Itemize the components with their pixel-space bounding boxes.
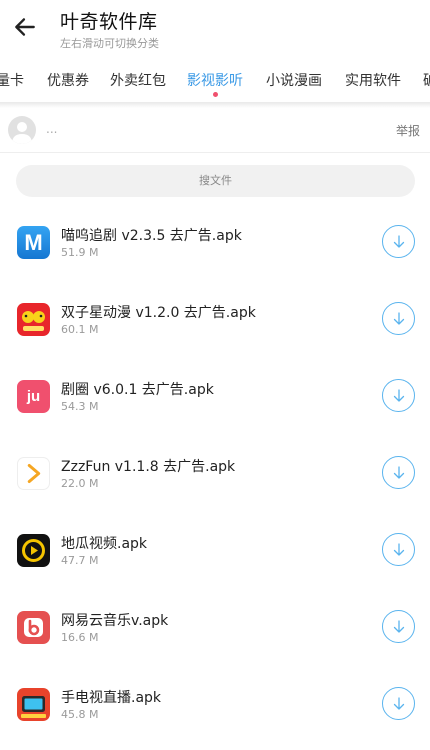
page-title: 叶奇软件库	[60, 11, 158, 33]
download-arrow-icon	[393, 311, 404, 325]
tabs-shadow	[0, 102, 430, 108]
list-item[interactable]: ju 剧圈 v6.0.1 去广告.apk 54.3 M	[0, 359, 430, 435]
download-button[interactable]	[382, 533, 415, 566]
app-icon-zzzfun	[17, 457, 50, 490]
app-icon-shuangzixing	[17, 303, 50, 336]
twin-stars-logo-icon	[22, 311, 45, 331]
file-name: 喵呜追剧 v2.3.5 去广告.apk	[61, 228, 242, 244]
list-item[interactable]: ZzzFun v1.1.8 去广告.apk 22.0 M	[0, 436, 430, 512]
default-avatar-icon	[12, 122, 32, 144]
app-header: 叶奇软件库 左右滑动可切换分类	[0, 0, 430, 56]
list-item[interactable]: 双子星动漫 v1.2.0 去广告.apk 60.1 M	[0, 282, 430, 358]
file-size: 51.9 M	[61, 246, 99, 259]
play-circle-icon	[22, 539, 45, 562]
tab-takeout-redpacket[interactable]: 外卖红包	[110, 70, 166, 90]
avatar[interactable]	[8, 116, 36, 144]
download-arrow-icon	[393, 696, 404, 710]
list-item[interactable]: 地瓜视频.apk 47.7 M	[0, 513, 430, 589]
uploader-name: ...	[46, 122, 58, 136]
uploader-row: ... 举报	[0, 110, 430, 150]
download-button[interactable]	[382, 456, 415, 489]
app-icon-miaowu: M	[17, 226, 50, 259]
download-button[interactable]	[382, 379, 415, 412]
page-subtitle: 左右滑动可切换分类	[60, 37, 159, 50]
app-icon-tv-live	[17, 688, 50, 721]
search-files-button[interactable]: 搜文件	[16, 165, 415, 197]
download-button[interactable]	[382, 610, 415, 643]
app-icon-digua	[17, 534, 50, 567]
tab-video-audio[interactable]: 影视影听	[187, 70, 243, 90]
tab-more[interactable]: 破	[423, 70, 430, 90]
file-name: 双子星动漫 v1.2.0 去广告.apk	[61, 305, 256, 321]
download-button[interactable]	[382, 225, 415, 258]
divider	[0, 152, 430, 153]
download-arrow-icon	[393, 234, 404, 248]
active-tab-indicator	[213, 92, 218, 97]
tab-liangka[interactable]: 量卡	[0, 70, 24, 90]
download-arrow-icon	[393, 465, 404, 479]
tab-utility-software[interactable]: 实用软件	[345, 70, 401, 90]
file-size: 54.3 M	[61, 400, 99, 413]
app-icon-juquan: ju	[17, 380, 50, 413]
download-button[interactable]	[382, 687, 415, 720]
back-arrow-icon[interactable]	[12, 14, 38, 40]
music-note-icon	[24, 618, 43, 637]
list-item[interactable]: 网易云音乐v.apk 16.6 M	[0, 590, 430, 666]
tab-coupons[interactable]: 优惠券	[47, 70, 89, 90]
download-arrow-icon	[393, 388, 404, 402]
category-tabs: 量卡 优惠券 外卖红包 影视影听 小说漫画 实用软件 破	[0, 60, 430, 102]
app-icon-letter: M	[24, 229, 43, 255]
download-arrow-icon	[393, 542, 404, 556]
file-size: 47.7 M	[61, 554, 99, 567]
report-button[interactable]: 举报	[396, 122, 420, 139]
file-size: 60.1 M	[61, 323, 99, 336]
file-name: 手电视直播.apk	[61, 690, 162, 706]
file-name: 地瓜视频.apk	[61, 536, 148, 552]
file-name: 剧圈 v6.0.1 去广告.apk	[61, 382, 214, 398]
download-button[interactable]	[382, 302, 415, 335]
app-icon-netease-music	[17, 611, 50, 644]
file-name: ZzzFun v1.1.8 去广告.apk	[61, 459, 236, 475]
file-size: 16.6 M	[61, 631, 99, 644]
list-item[interactable]: M 喵呜追剧 v2.3.5 去广告.apk 51.9 M	[0, 205, 430, 281]
download-arrow-icon	[393, 619, 404, 633]
play-chevron-icon	[27, 464, 41, 483]
tab-novel-comic[interactable]: 小说漫画	[266, 70, 322, 90]
file-size: 22.0 M	[61, 477, 99, 490]
list-item[interactable]: 手电视直播.apk 45.8 M	[0, 667, 430, 743]
television-icon	[21, 696, 46, 718]
file-name: 网易云音乐v.apk	[61, 613, 169, 629]
app-icon-letters: ju	[26, 388, 41, 405]
file-size: 45.8 M	[61, 708, 99, 721]
